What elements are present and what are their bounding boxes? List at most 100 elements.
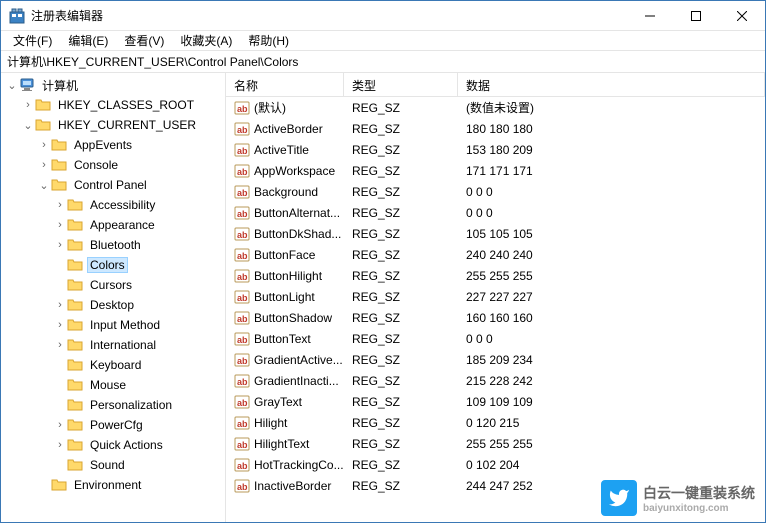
tree-node[interactable]: Sound [1, 455, 225, 475]
cell-data: 180 180 180 [458, 122, 765, 136]
list-row[interactable]: ButtonShadowREG_SZ160 160 160 [226, 307, 765, 328]
folder-icon [67, 277, 83, 293]
cell-type: REG_SZ [344, 248, 458, 262]
list-row[interactable]: ActiveTitleREG_SZ153 180 209 [226, 139, 765, 160]
expand-icon[interactable]: › [37, 159, 51, 171]
list-row[interactable]: GrayTextREG_SZ109 109 109 [226, 391, 765, 412]
tree-label: Desktop [87, 297, 137, 313]
menu-file[interactable]: 文件(F) [5, 30, 60, 51]
list-row[interactable]: ButtonFaceREG_SZ240 240 240 [226, 244, 765, 265]
list-row[interactable]: ButtonLightREG_SZ227 227 227 [226, 286, 765, 307]
header-type[interactable]: 类型 [344, 73, 458, 96]
folder-icon [67, 377, 83, 393]
list-row[interactable]: AppWorkspaceREG_SZ171 171 171 [226, 160, 765, 181]
string-value-icon [234, 331, 250, 347]
string-value-icon [234, 457, 250, 473]
tree-node[interactable]: Mouse [1, 375, 225, 395]
cell-type: REG_SZ [344, 458, 458, 472]
cell-name: (默认) [226, 99, 344, 116]
list-row[interactable]: ButtonAlternat...REG_SZ0 0 0 [226, 202, 765, 223]
tree-node[interactable]: › Bluetooth [1, 235, 225, 255]
cell-name: Background [226, 184, 344, 200]
close-button[interactable] [719, 1, 765, 31]
tree-node[interactable]: › Desktop [1, 295, 225, 315]
list-row[interactable]: ButtonHilightREG_SZ255 255 255 [226, 265, 765, 286]
app-icon [9, 8, 25, 24]
header-data[interactable]: 数据 [458, 73, 765, 96]
menu-favorites[interactable]: 收藏夹(A) [172, 30, 240, 51]
string-value-icon [234, 310, 250, 326]
header-name[interactable]: 名称 [226, 73, 344, 96]
tree-node[interactable]: › Quick Actions [1, 435, 225, 455]
list-row[interactable]: HotTrackingCo...REG_SZ0 102 204 [226, 454, 765, 475]
cell-name: ActiveTitle [226, 142, 344, 158]
maximize-button[interactable] [673, 1, 719, 31]
tree-label: Mouse [87, 377, 129, 393]
list-row[interactable]: ButtonTextREG_SZ0 0 0 [226, 328, 765, 349]
tree-label: Quick Actions [87, 437, 166, 453]
expand-icon[interactable]: › [53, 339, 67, 351]
string-value-icon [234, 142, 250, 158]
tree-label: AppEvents [71, 137, 135, 153]
expand-icon[interactable]: › [21, 99, 35, 111]
menu-view[interactable]: 查看(V) [116, 30, 172, 51]
list-row[interactable]: ActiveBorderREG_SZ180 180 180 [226, 118, 765, 139]
string-value-icon [234, 415, 250, 431]
expand-icon[interactable]: › [53, 319, 67, 331]
tree-node[interactable]: ⌄计算机 [1, 75, 225, 95]
list-row[interactable]: HilightTextREG_SZ255 255 255 [226, 433, 765, 454]
tree-node[interactable]: Environment [1, 475, 225, 495]
folder-icon [67, 197, 83, 213]
expand-icon[interactable]: › [53, 239, 67, 251]
cell-name: GrayText [226, 394, 344, 410]
tree-node[interactable]: ›Accessibility [1, 195, 225, 215]
tree-node[interactable]: ›Appearance [1, 215, 225, 235]
expand-icon[interactable]: › [53, 439, 67, 451]
tree-node[interactable]: ⌄Control Panel [1, 175, 225, 195]
tree-node[interactable]: ›PowerCfg [1, 415, 225, 435]
list-row[interactable]: HilightREG_SZ0 120 215 [226, 412, 765, 433]
list-panel[interactable]: 名称 类型 数据 (默认)REG_SZ(数值未设置)ActiveBorderRE… [226, 73, 765, 522]
tree-node[interactable]: Personalization [1, 395, 225, 415]
cell-type: REG_SZ [344, 311, 458, 325]
tree-node[interactable]: ›HKEY_CLASSES_ROOT [1, 95, 225, 115]
tree-node[interactable]: ⌄HKEY_CURRENT_USER [1, 115, 225, 135]
menu-edit[interactable]: 编辑(E) [60, 30, 116, 51]
minimize-button[interactable] [627, 1, 673, 31]
tree-label: Colors [87, 257, 128, 273]
list-row[interactable]: GradientActive...REG_SZ185 209 234 [226, 349, 765, 370]
tree-node[interactable]: ›Console [1, 155, 225, 175]
cell-type: REG_SZ [344, 437, 458, 451]
expand-icon[interactable]: › [53, 199, 67, 211]
expand-icon[interactable]: › [53, 219, 67, 231]
cell-name: GradientInacti... [226, 373, 344, 389]
tree-node[interactable]: Colors [1, 255, 225, 275]
list-row[interactable]: BackgroundREG_SZ0 0 0 [226, 181, 765, 202]
list-row[interactable]: ButtonDkShad...REG_SZ105 105 105 [226, 223, 765, 244]
collapse-icon[interactable]: ⌄ [5, 79, 19, 92]
collapse-icon[interactable]: ⌄ [21, 119, 35, 132]
expand-icon[interactable]: › [37, 139, 51, 151]
expand-icon[interactable]: › [53, 299, 67, 311]
collapse-icon[interactable]: ⌄ [37, 179, 51, 192]
tree-node[interactable]: › AppEvents [1, 135, 225, 155]
cell-type: REG_SZ [344, 374, 458, 388]
tree-node[interactable]: Keyboard [1, 355, 225, 375]
addressbar[interactable]: 计算机\HKEY_CURRENT_USER\Control Panel\Colo… [1, 51, 765, 73]
list-row[interactable]: GradientInacti...REG_SZ215 228 242 [226, 370, 765, 391]
string-value-icon [234, 205, 250, 221]
string-value-icon [234, 247, 250, 263]
menu-help[interactable]: 帮助(H) [240, 30, 297, 51]
cell-name: AppWorkspace [226, 163, 344, 179]
cell-name: ButtonText [226, 331, 344, 347]
tree-node[interactable]: ›International [1, 335, 225, 355]
string-value-icon [234, 478, 250, 494]
cell-name: ButtonLight [226, 289, 344, 305]
tree-label: Environment [71, 477, 144, 493]
tree-node[interactable]: ›Input Method [1, 315, 225, 335]
tree-label: Bluetooth [87, 237, 144, 253]
tree-node[interactable]: Cursors [1, 275, 225, 295]
list-row[interactable]: (默认)REG_SZ(数值未设置) [226, 97, 765, 118]
expand-icon[interactable]: › [53, 419, 67, 431]
tree-panel[interactable]: ⌄计算机›HKEY_CLASSES_ROOT⌄HKEY_CURRENT_USER… [1, 73, 226, 522]
